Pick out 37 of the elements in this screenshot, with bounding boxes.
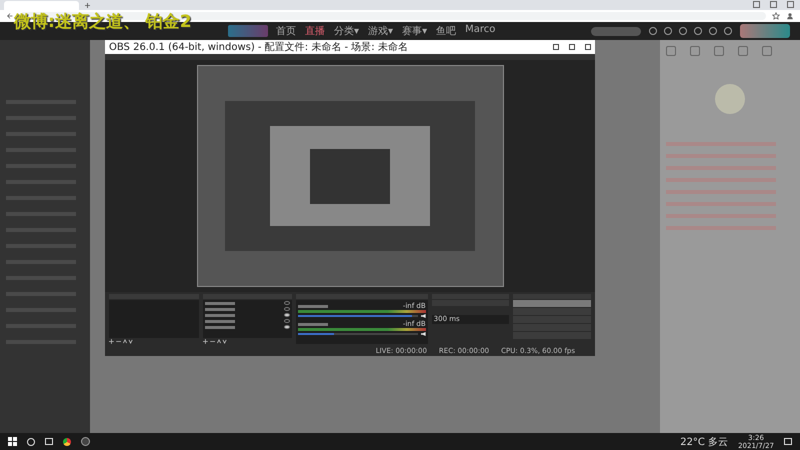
notification-icon[interactable] bbox=[784, 438, 792, 445]
toolbar-icons-drawing[interactable] bbox=[202, 339, 227, 344]
window-controls-drawing[interactable] bbox=[553, 44, 591, 50]
weather-text: 22°C 多云 bbox=[680, 436, 728, 448]
logo-drawing bbox=[228, 25, 268, 37]
speaker-icon[interactable] bbox=[420, 314, 426, 318]
search-field[interactable] bbox=[591, 26, 641, 36]
text-line-drawing bbox=[298, 322, 328, 326]
text-line-drawing bbox=[204, 320, 235, 322]
text-line-drawing bbox=[204, 302, 235, 304]
text-line-drawing bbox=[204, 326, 235, 328]
back-arrow-icon[interactable] bbox=[6, 12, 14, 20]
eye-icon[interactable] bbox=[284, 313, 290, 317]
nav-link[interactable]: Marco bbox=[465, 24, 496, 38]
nav-link[interactable]: 直播 bbox=[305, 24, 325, 38]
user-icon[interactable] bbox=[786, 12, 794, 20]
text-line-drawing bbox=[204, 308, 235, 310]
nav-link[interactable]: 分类▾ bbox=[334, 24, 360, 38]
nav-link[interactable]: 赛事▾ bbox=[402, 24, 428, 38]
star-icon[interactable] bbox=[772, 12, 780, 20]
window-title: OBS 26.0.1 (64-bit, windows) - 配置文件: 未命名 - 场景: 未命名 bbox=[109, 40, 408, 54]
toolbar-icons-drawing[interactable] bbox=[109, 339, 133, 344]
speaker-icon[interactable] bbox=[420, 332, 426, 336]
avatar-placeholder bbox=[715, 84, 745, 114]
text-line-drawing bbox=[298, 304, 328, 308]
browser-icon[interactable] bbox=[63, 438, 71, 446]
circle-icon[interactable] bbox=[27, 438, 35, 446]
nav-link[interactable]: 首页 bbox=[276, 24, 296, 38]
windows-logo-icon[interactable] bbox=[8, 437, 17, 446]
plus-icon[interactable] bbox=[85, 2, 90, 8]
mascot-drawing bbox=[740, 24, 790, 38]
task-view-icon[interactable] bbox=[45, 438, 53, 445]
text-line-drawing bbox=[204, 314, 235, 316]
eye-icon[interactable] bbox=[284, 325, 290, 329]
nav-link[interactable]: 鱼吧 bbox=[436, 24, 456, 38]
nav-link[interactable]: 游戏▾ bbox=[368, 24, 394, 38]
app-icon[interactable] bbox=[81, 437, 90, 446]
